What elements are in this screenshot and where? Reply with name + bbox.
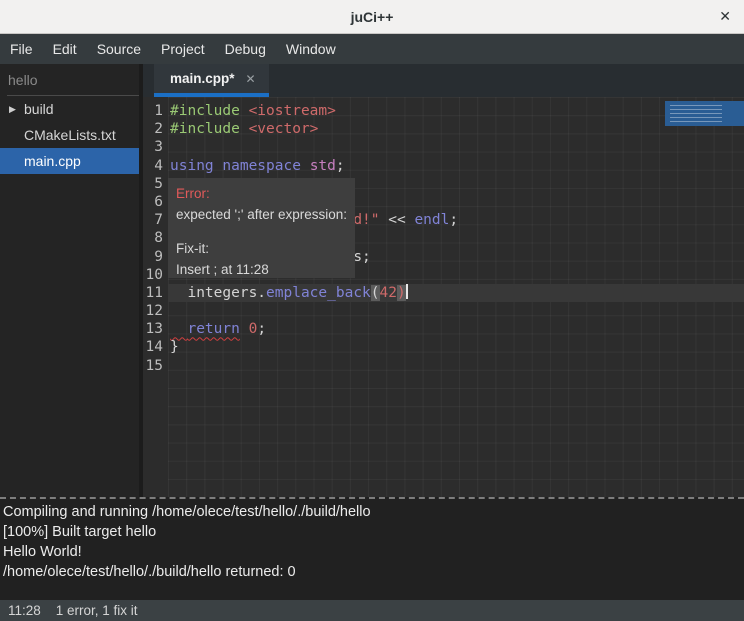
file-tree-sidebar: hello ▶ build CMakeLists.txt main.cpp <box>0 64 143 497</box>
line-number: 5 <box>143 175 168 193</box>
code-line[interactable]: 11 integers.emplace_back(42) <box>143 284 744 302</box>
code-token: #include <box>170 103 249 119</box>
menu-item-source[interactable]: Source <box>87 34 151 64</box>
terminal-line: [100%] Built target hello <box>3 522 741 542</box>
tooltip-fixit-label: Fix-it: <box>176 238 347 259</box>
line-number: 6 <box>143 193 168 211</box>
code-line[interactable]: 12 <box>143 302 744 320</box>
code-token: std <box>310 158 336 174</box>
code-line[interactable]: 13 return 0; <box>143 320 744 338</box>
line-number: 1 <box>143 102 168 120</box>
code-token <box>240 321 249 337</box>
editor-pane: main.cpp* ✕ 1#include <iostream>2#includ… <box>143 64 744 497</box>
code-line-text <box>168 302 744 320</box>
line-number: 4 <box>143 157 168 175</box>
line-number: 11 <box>143 284 168 302</box>
code-token: 42 <box>380 285 397 301</box>
tab-main-cpp[interactable]: main.cpp* ✕ <box>154 64 269 97</box>
code-token: integers. <box>170 285 266 301</box>
code-line-text <box>168 138 744 156</box>
diagnostics-summary[interactable]: 1 error, 1 fix it <box>56 603 138 618</box>
window-title: juCi++ <box>351 9 394 25</box>
terminal-panel[interactable]: Compiling and running /home/olece/test/h… <box>0 497 744 600</box>
cursor-position: 11:28 <box>8 603 41 618</box>
menu-item-file[interactable]: File <box>0 34 43 64</box>
terminal-line: /home/olece/test/hello/./build/hello ret… <box>3 562 741 582</box>
tree-item-label: build <box>24 101 54 117</box>
expander-icon[interactable]: ▶ <box>9 104 16 115</box>
code-line-text: #include <iostream> <box>168 102 744 120</box>
code-token: <iostream> <box>249 103 336 119</box>
line-number: 3 <box>143 138 168 156</box>
code-line-text: integers.emplace_back(42) <box>168 284 744 302</box>
line-number: 2 <box>143 120 168 138</box>
tooltip-fixit-text: Insert ; at 11:28 <box>176 259 347 280</box>
code-line-text: using namespace std; <box>168 157 744 175</box>
diagnostic-tooltip: Error: expected ';' after expression: Fi… <box>168 178 355 278</box>
tooltip-error-label: Error: <box>176 183 347 204</box>
menubar: FileEditSourceProjectDebugWindow <box>0 34 744 64</box>
line-number: 9 <box>143 248 168 266</box>
tooltip-error-text: expected ';' after expression: <box>176 204 347 225</box>
tabbar: main.cpp* ✕ <box>143 64 744 97</box>
code-token: return <box>187 321 239 337</box>
code-line[interactable]: 3 <box>143 138 744 156</box>
code-token: using namespace <box>170 158 301 174</box>
code-line[interactable]: 14} <box>143 338 744 356</box>
code-line-text: } <box>168 338 744 356</box>
menu-item-debug[interactable]: Debug <box>215 34 276 64</box>
code-token: emplace_back <box>266 285 371 301</box>
tree-item-label: CMakeLists.txt <box>24 127 116 143</box>
code-line-text <box>168 357 744 375</box>
line-number: 13 <box>143 320 168 338</box>
terminal-line: Hello World! <box>3 542 741 562</box>
line-number: 15 <box>143 357 168 375</box>
titlebar: juCi++ ✕ <box>0 0 744 34</box>
project-name-header: hello <box>7 64 139 96</box>
code-token: ( <box>371 285 380 301</box>
code-line[interactable]: 1#include <iostream> <box>143 102 744 120</box>
code-token: ; <box>449 212 458 228</box>
code-line-text: #include <vector> <box>168 120 744 138</box>
tab-label: main.cpp* <box>170 71 235 86</box>
text-cursor <box>406 284 408 299</box>
window-close-icon[interactable]: ✕ <box>719 8 731 24</box>
code-token: endl <box>414 212 449 228</box>
tree-item-build[interactable]: ▶ build <box>0 96 139 122</box>
tab-close-icon[interactable]: ✕ <box>246 72 256 86</box>
line-number: 12 <box>143 302 168 320</box>
code-token <box>170 321 187 337</box>
code-line[interactable]: 15 <box>143 357 744 375</box>
tree-item-main-cpp[interactable]: main.cpp <box>0 148 139 174</box>
code-token: ; <box>257 321 266 337</box>
line-number: 14 <box>143 338 168 356</box>
code-token: #include <box>170 121 249 137</box>
terminal-line: Compiling and running /home/olece/test/h… <box>3 502 741 522</box>
app-window: juCi++ ✕ FileEditSourceProjectDebugWindo… <box>0 0 744 621</box>
overview-map-highlight[interactable] <box>665 101 744 126</box>
line-number: 10 <box>143 266 168 284</box>
line-number: 8 <box>143 229 168 247</box>
menu-item-window[interactable]: Window <box>276 34 346 64</box>
tree-item-label: main.cpp <box>24 153 81 169</box>
tree-item-cmakelists-txt[interactable]: CMakeLists.txt <box>0 122 139 148</box>
code-token: d!" <box>353 212 379 228</box>
code-token: } <box>170 339 179 355</box>
line-number: 7 <box>143 211 168 229</box>
code-line[interactable]: 4using namespace std; <box>143 157 744 175</box>
code-line-text: return 0; <box>168 320 744 338</box>
code-token: <vector> <box>249 121 319 137</box>
menu-item-project[interactable]: Project <box>151 34 215 64</box>
statusbar: 11:28 1 error, 1 fix it <box>0 600 744 621</box>
main-split: hello ▶ build CMakeLists.txt main.cpp main.… <box>0 64 744 497</box>
code-token: << <box>380 212 415 228</box>
code-token: ) <box>397 285 406 301</box>
overview-map-lines <box>670 105 722 122</box>
code-token: ; <box>336 158 345 174</box>
code-line[interactable]: 2#include <vector> <box>143 120 744 138</box>
file-tree: ▶ build CMakeLists.txt main.cpp <box>0 96 139 174</box>
code-editor[interactable]: 1#include <iostream>2#include <vector>34… <box>143 97 744 497</box>
code-token <box>301 158 310 174</box>
menu-item-edit[interactable]: Edit <box>43 34 87 64</box>
